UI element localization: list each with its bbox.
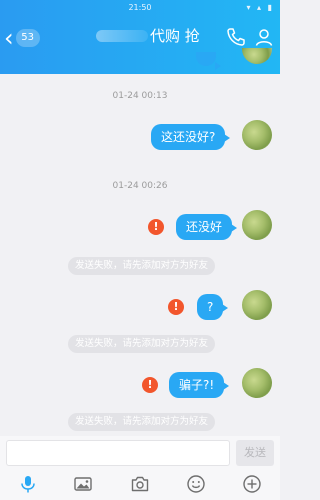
message-timestamp: 01-24 00:13 (112, 91, 168, 101)
back-button[interactable]: ‹ 53 (4, 24, 40, 52)
camera-icon[interactable] (130, 474, 150, 494)
send-failed-icon[interactable]: ! (148, 219, 164, 235)
send-failed-notice: 发送失败，请先添加对方为好友 (68, 335, 216, 353)
status-bar: 21:50 ▾ ▴ ▮ (0, 0, 280, 16)
message-bubble[interactable]: 骗子?! (169, 372, 230, 398)
image-icon[interactable] (73, 474, 93, 494)
send-failed-notice: 发送失败，请先添加对方为好友 (68, 413, 216, 431)
avatar[interactable] (242, 210, 272, 240)
avatar[interactable] (242, 290, 272, 320)
message-bubble[interactable]: 还没好 (176, 214, 238, 240)
avatar[interactable] (242, 368, 272, 398)
status-time: 21:50 (128, 3, 152, 12)
emoji-icon[interactable] (186, 474, 206, 494)
message-bubble[interactable]: 这还没好? (151, 124, 231, 150)
chevron-left-icon: ‹ (4, 24, 14, 52)
title-blurred-name (96, 30, 148, 42)
message-input[interactable] (6, 440, 230, 466)
avatar[interactable] (242, 120, 272, 150)
message-bubble[interactable]: ? (197, 294, 229, 320)
chat-title: 代购 抢 (150, 27, 200, 45)
send-failed-icon[interactable]: ! (168, 299, 184, 315)
unread-count-badge: 53 (15, 29, 40, 47)
microphone-icon[interactable] (18, 474, 38, 494)
phone-icon[interactable] (226, 27, 246, 47)
send-failed-icon[interactable]: ! (142, 377, 158, 393)
status-icons: ▾ ▴ ▮ (246, 3, 274, 12)
person-icon[interactable] (254, 27, 274, 47)
send-failed-notice: 发送失败，请先添加对方为好友 (68, 257, 216, 275)
plus-icon[interactable] (242, 474, 262, 494)
send-button[interactable]: 发送 (236, 440, 274, 466)
message-timestamp: 01-24 00:26 (112, 181, 168, 191)
